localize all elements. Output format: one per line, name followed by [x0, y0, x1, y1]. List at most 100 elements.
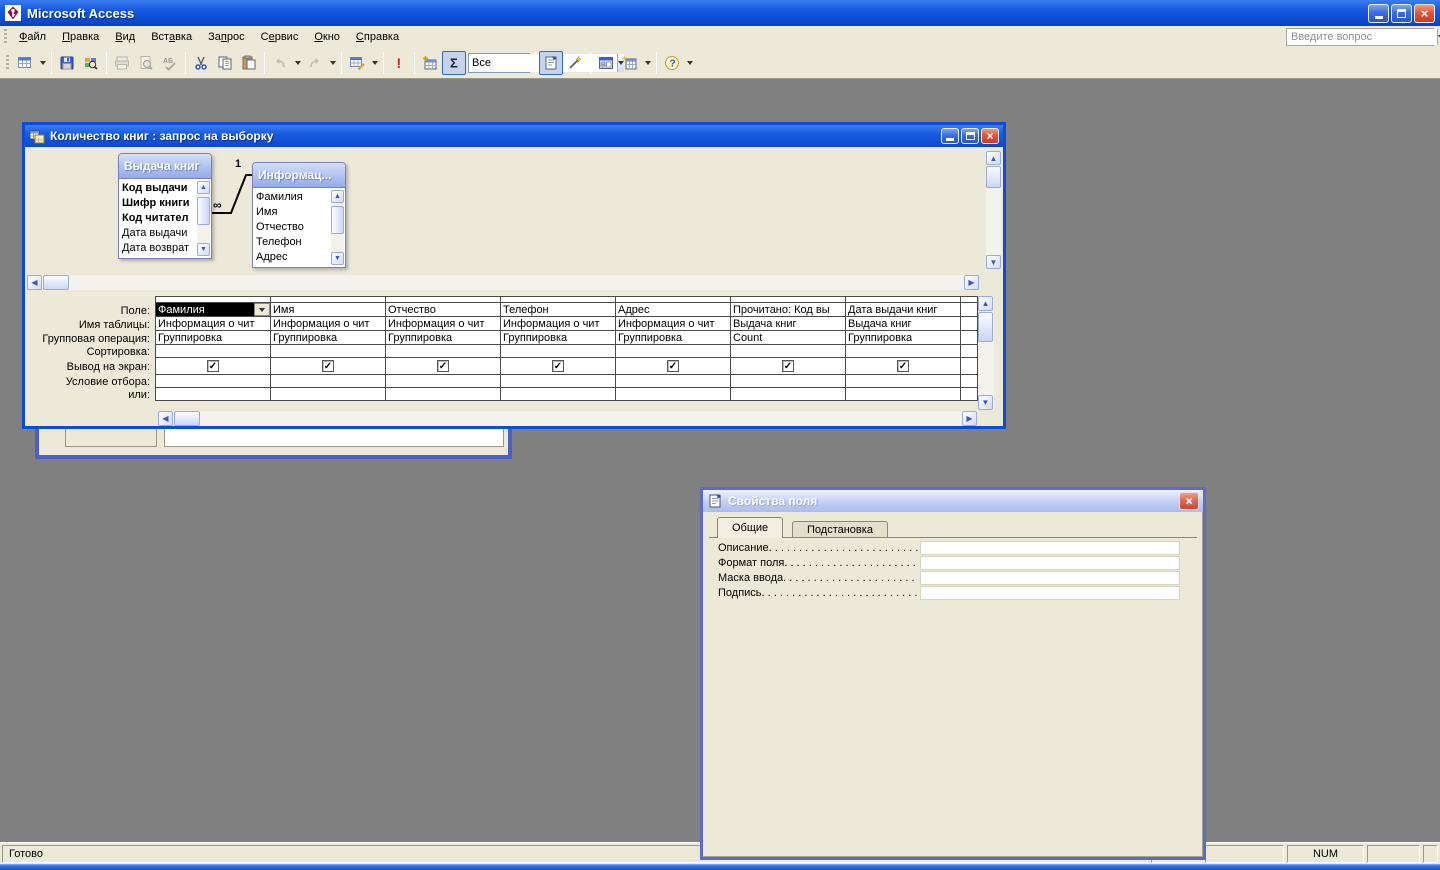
- table-field[interactable]: Дата выдачи: [122, 226, 196, 241]
- query-window-titlebar[interactable]: Количество книг : запрос на выборку ×: [25, 125, 1003, 147]
- qbe-show-cell[interactable]: ✓: [616, 358, 731, 375]
- grid-vscrollbar[interactable]: ▲ ▼: [978, 296, 994, 410]
- qbe-show-cell[interactable]: ✓: [501, 358, 616, 375]
- table-field[interactable]: Код читател: [122, 211, 196, 226]
- show-table-button[interactable]: [418, 51, 442, 75]
- table-card-1[interactable]: Выдача книгКод выдачиШифр книгиКод читат…: [118, 153, 212, 259]
- qbe-group-cell[interactable]: Группировка: [156, 331, 271, 345]
- qbe-table-cell[interactable]: Информация о чит: [616, 317, 731, 331]
- property-input[interactable]: [920, 556, 1180, 570]
- help-button[interactable]: ?: [660, 51, 684, 75]
- scroll-right-icon[interactable]: ▶: [964, 275, 979, 290]
- table-field[interactable]: Имя: [256, 205, 330, 220]
- scroll-down-icon[interactable]: ▼: [197, 243, 210, 256]
- qbe-sort-cell[interactable]: [846, 345, 961, 358]
- qbe-table-cell[interactable]: Выдача книг: [731, 317, 846, 331]
- qbe-sort-cell[interactable]: [501, 345, 616, 358]
- scroll-up-icon[interactable]: ▲: [197, 181, 210, 194]
- minimize-button[interactable]: [1368, 4, 1389, 23]
- qbe-criteria-cell[interactable]: [731, 375, 846, 388]
- qbe-table-cell[interactable]: Информация о чит: [156, 317, 271, 331]
- redo-caret[interactable]: [327, 51, 338, 75]
- show-checkbox[interactable]: ✓: [782, 360, 794, 372]
- qbe-sort-cell[interactable]: [731, 345, 846, 358]
- save-button[interactable]: [55, 51, 79, 75]
- cut-button[interactable]: [189, 51, 213, 75]
- menu-item-insert[interactable]: Вставка: [143, 28, 200, 46]
- qbe-group-cell[interactable]: Группировка: [501, 331, 616, 345]
- view-design-caret[interactable]: [37, 51, 48, 75]
- print-button[interactable]: [110, 51, 134, 75]
- qbe-field-cell[interactable]: Прочитано: Код вы: [731, 303, 846, 317]
- qbe-show-cell[interactable]: ✓: [846, 358, 961, 375]
- show-checkbox[interactable]: ✓: [322, 360, 334, 372]
- build-button[interactable]: [563, 51, 587, 75]
- undo-caret[interactable]: [292, 51, 303, 75]
- grid-hscroll-thumb[interactable]: [174, 411, 200, 426]
- qbe-field-cell[interactable]: Фамилия: [156, 303, 271, 317]
- qbe-field-cell[interactable]: Адрес: [616, 303, 731, 317]
- qbe-field-cell[interactable]: Дата выдачи книг: [846, 303, 961, 317]
- property-input[interactable]: [920, 541, 1180, 555]
- qbe-criteria-cell[interactable]: [501, 375, 616, 388]
- scroll-thumb[interactable]: [197, 197, 210, 225]
- help-caret[interactable]: [684, 51, 695, 75]
- qbe-or-cell[interactable]: [156, 388, 271, 401]
- menubar-grip[interactable]: [4, 29, 7, 45]
- qbe-sort-cell[interactable]: [616, 345, 731, 358]
- qbe-or-cell[interactable]: [271, 388, 386, 401]
- qbe-criteria-cell[interactable]: [271, 375, 386, 388]
- scroll-thumb[interactable]: [331, 206, 344, 234]
- table-card-scrollbar[interactable]: ▲▼: [331, 190, 344, 265]
- qbe-or-cell[interactable]: [386, 388, 501, 401]
- qbe-show-cell[interactable]: ✓: [156, 358, 271, 375]
- menu-item-view[interactable]: Вид: [107, 28, 143, 46]
- table-card-2[interactable]: Информац...ФамилияИмяОтчествоТелефонАдре…: [252, 162, 346, 268]
- qbe-table-cell[interactable]: Информация о чит: [386, 317, 501, 331]
- qbe-field-cell[interactable]: Отчество: [386, 303, 501, 317]
- qbe-or-cell[interactable]: [501, 388, 616, 401]
- scroll-down-icon[interactable]: ▼: [978, 395, 993, 410]
- qbe-group-cell[interactable]: Count: [731, 331, 846, 345]
- undo-button[interactable]: [268, 51, 292, 75]
- show-checkbox[interactable]: ✓: [437, 360, 449, 372]
- qbe-criteria-cell[interactable]: [386, 375, 501, 388]
- query-type-button[interactable]: [345, 51, 369, 75]
- qbe-sort-cell[interactable]: [156, 345, 271, 358]
- spelling-button[interactable]: АБ: [158, 51, 182, 75]
- qbe-criteria-cell[interactable]: [846, 375, 961, 388]
- database-window-button[interactable]: [594, 51, 618, 75]
- show-checkbox[interactable]: ✓: [897, 360, 909, 372]
- new-object-button[interactable]: [618, 51, 642, 75]
- field-dropdown-button[interactable]: [254, 303, 270, 316]
- scroll-up-icon[interactable]: ▲: [331, 190, 344, 203]
- grid-hscrollbar[interactable]: ◀ ▶: [158, 411, 977, 426]
- properties-button[interactable]: [539, 51, 563, 75]
- qbe-sort-cell[interactable]: [271, 345, 386, 358]
- paste-button[interactable]: [237, 51, 261, 75]
- qbe-or-cell[interactable]: [846, 388, 961, 401]
- totals-button[interactable]: Σ: [442, 51, 466, 75]
- show-checkbox[interactable]: ✓: [552, 360, 564, 372]
- scroll-left-icon[interactable]: ◀: [27, 275, 42, 290]
- menu-item-window[interactable]: Окно: [306, 28, 348, 46]
- menu-item-query[interactable]: Запрос: [200, 28, 253, 46]
- show-checkbox[interactable]: ✓: [667, 360, 679, 372]
- property-input[interactable]: [920, 571, 1180, 585]
- query-maximize-button[interactable]: [961, 128, 979, 144]
- qbe-criteria-cell[interactable]: [156, 375, 271, 388]
- qbe-show-cell[interactable]: ✓: [386, 358, 501, 375]
- run-button[interactable]: !: [387, 51, 411, 75]
- toolbar-grip[interactable]: [6, 55, 9, 71]
- table-field[interactable]: Адрес: [256, 250, 330, 265]
- restore-button[interactable]: [1391, 4, 1412, 23]
- grid-vscroll-thumb[interactable]: [978, 312, 993, 342]
- table-field[interactable]: Отчество: [256, 220, 330, 235]
- qbe-group-cell[interactable]: Группировка: [386, 331, 501, 345]
- diagram-vscrollbar[interactable]: ▲ ▼: [986, 151, 1001, 269]
- qbe-show-cell[interactable]: ✓: [271, 358, 386, 375]
- qbe-or-cell[interactable]: [616, 388, 731, 401]
- menu-item-tools[interactable]: Сервис: [253, 28, 307, 46]
- dialog-titlebar[interactable]: Свойства поля ×: [703, 490, 1203, 512]
- ask-question-input[interactable]: [1287, 29, 1437, 45]
